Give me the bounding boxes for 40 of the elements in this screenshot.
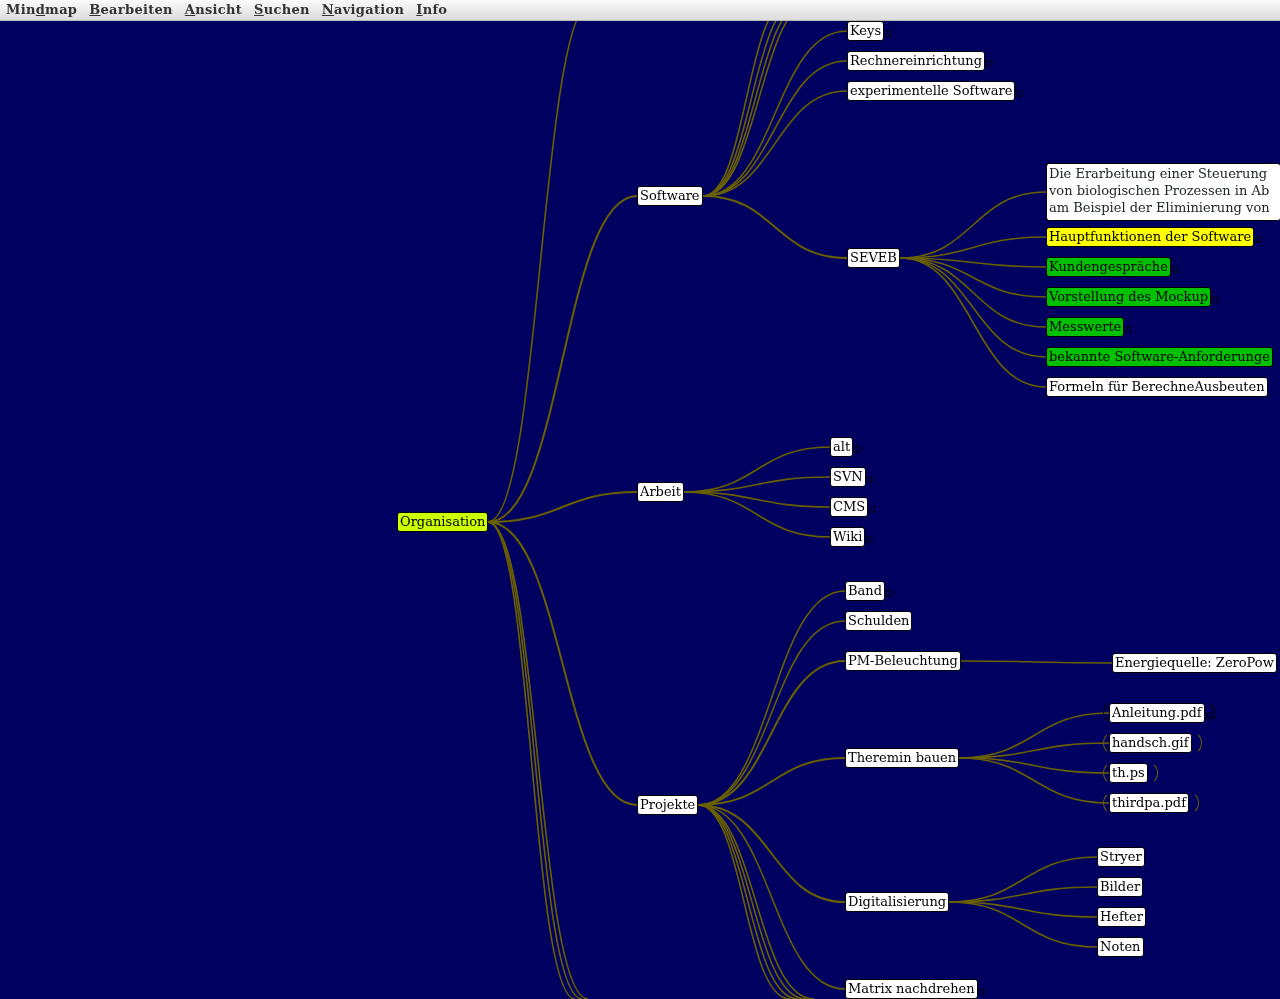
- mindmap-node[interactable]: Matrix nachdrehen: [845, 979, 978, 999]
- mindmap-node[interactable]: Software: [637, 186, 703, 206]
- mindmap-node[interactable]: Digitalisierung: [845, 892, 950, 912]
- mindmap-node[interactable]: Kundengespräche: [1046, 257, 1171, 277]
- mindmap-node[interactable]: CMS: [830, 497, 869, 517]
- mindmap-node[interactable]: bekannte Software-Anforderunge: [1046, 347, 1273, 367]
- mindmap-node[interactable]: Projekte: [637, 795, 699, 815]
- mindmap-node[interactable]: Noten: [1097, 937, 1144, 957]
- mindmap-node[interactable]: Anleitung.pdf: [1109, 703, 1205, 723]
- mindmap-node[interactable]: Organisation: [397, 512, 489, 532]
- menu-item[interactable]: Info: [410, 0, 454, 20]
- note-node[interactable]: Die Erarbeitung einer Steuerung von biologischen Prozessen in Ab am Beispiel der Eliminierung von: [1046, 163, 1280, 221]
- menu-item[interactable]: Navigation: [315, 0, 411, 20]
- mindmap-node[interactable]: Vorstellung des Mockup: [1046, 287, 1212, 307]
- mindmap-node[interactable]: PM-Beleuchtung: [845, 651, 961, 671]
- mindmap-node[interactable]: SEVEB: [847, 248, 900, 268]
- mindmap-node[interactable]: Theremin bauen: [845, 748, 960, 768]
- mindmap-node[interactable]: Stryer: [1097, 847, 1145, 867]
- mindmap-node[interactable]: Energiequelle: ZeroPow: [1112, 653, 1277, 673]
- mindmap-node[interactable]: experimentelle Software: [847, 81, 1016, 101]
- mindmap-node[interactable]: Rechnereinrichtung: [847, 51, 985, 71]
- menu-item[interactable]: Mindmap: [0, 0, 84, 20]
- mindmap-node[interactable]: Hefter: [1097, 907, 1146, 927]
- mindmap-node[interactable]: Bilder: [1097, 877, 1144, 897]
- mindmap-node[interactable]: Formeln für BerechneAusbeuten: [1046, 377, 1268, 397]
- mindmap-node[interactable]: handsch.gif: [1109, 733, 1192, 753]
- menu-item[interactable]: Ansicht: [178, 0, 249, 20]
- mindmap-node[interactable]: Arbeit: [637, 482, 684, 502]
- mindmap-node[interactable]: Band: [845, 581, 885, 601]
- menu-item[interactable]: Bearbeiten: [83, 0, 179, 20]
- mindmap-node[interactable]: SVN: [830, 467, 866, 487]
- mindmap-node[interactable]: Keys: [847, 21, 885, 41]
- mindmap-node[interactable]: Messwerte: [1046, 317, 1125, 337]
- mindmap-node[interactable]: th.ps: [1109, 763, 1148, 783]
- mindmap-node[interactable]: thirdpa.pdf: [1109, 793, 1189, 813]
- mindmap-node[interactable]: Hauptfunktionen der Software: [1046, 227, 1255, 247]
- mindmap-node[interactable]: Schulden: [845, 611, 913, 631]
- menu-item[interactable]: Suchen: [248, 0, 316, 20]
- mindmap-node[interactable]: alt: [830, 437, 854, 457]
- mindmap-node[interactable]: Wiki: [830, 527, 866, 547]
